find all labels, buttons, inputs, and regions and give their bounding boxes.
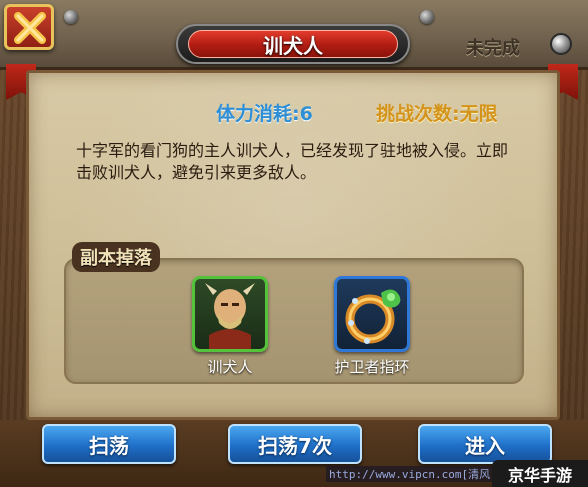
drop-item-name: 护卫者指环 (334, 358, 410, 376)
drop-item-name: 训犬人 (207, 358, 253, 376)
sweep-button[interactable]: 扫荡 (42, 424, 176, 464)
sweep-seven-button[interactable]: 扫荡7次 (228, 424, 362, 464)
enter-button[interactable]: 进入 (418, 424, 552, 464)
challenge-count-label: 挑战次数:无限 (376, 103, 498, 125)
drop-item-guardian-ring[interactable]: 护卫者指环 (322, 276, 422, 377)
drop-item-dog-trainer[interactable]: 训犬人 (180, 276, 280, 377)
rivet-icon (64, 10, 78, 24)
rivet-icon (420, 10, 434, 24)
dog-trainer-portrait-icon (192, 276, 268, 352)
drops-title: 副本掉落 (72, 242, 160, 272)
energy-cost-label: 体力消耗:6 (216, 103, 313, 125)
stage-description: 十字军的看门狗的主人训犬人，已经发现了驻地被入侵。立即击败训犬人，避免引来更多敌… (76, 141, 509, 182)
page-title: 训犬人 (188, 30, 398, 58)
watermark-url: http://www.vipcn.com[清风 (326, 466, 494, 482)
close-icon (14, 12, 46, 44)
title-banner: 训犬人 (176, 24, 410, 64)
guardian-ring-icon (334, 276, 410, 352)
drops-panel (64, 258, 524, 384)
completion-status: 未完成 (466, 38, 520, 59)
close-button[interactable] (4, 4, 54, 50)
status-gem-icon (550, 33, 572, 55)
watermark-logo: 京华手游 (492, 460, 588, 487)
